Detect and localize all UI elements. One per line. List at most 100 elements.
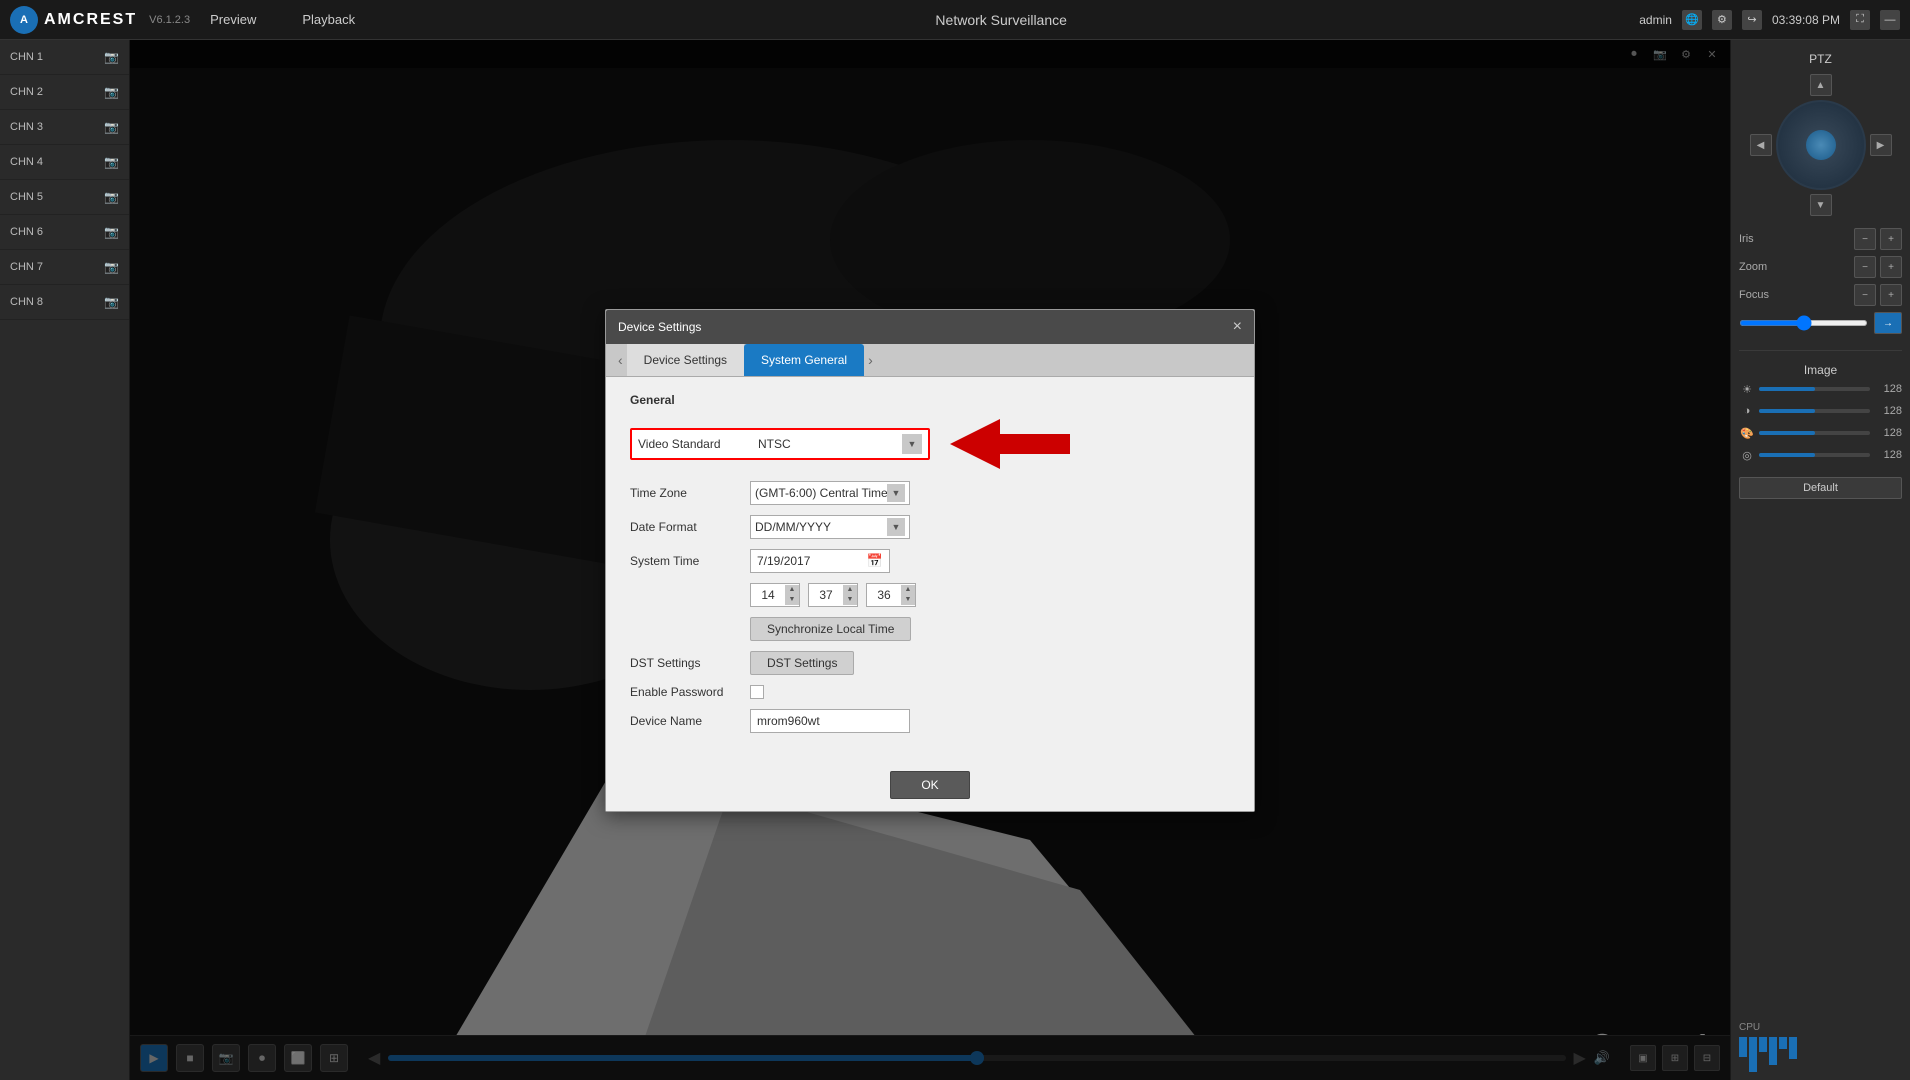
video-standard-arrow[interactable]: ▼ bbox=[902, 434, 922, 454]
tab-prev-button[interactable]: ‹ bbox=[614, 348, 627, 372]
ptz-joystick[interactable] bbox=[1776, 100, 1866, 190]
device-name-control bbox=[750, 709, 910, 733]
sidebar-item-chn2[interactable]: CHN 2 📷 bbox=[0, 75, 129, 110]
globe-icon[interactable]: 🌐 bbox=[1682, 10, 1702, 30]
camera-icon-chn2: 📷 bbox=[104, 85, 119, 99]
date-format-arrow[interactable]: ▼ bbox=[887, 518, 905, 536]
modal-overlay: Device Settings × ‹ Device Settings Syst… bbox=[130, 40, 1730, 1080]
default-button[interactable]: Default bbox=[1739, 477, 1902, 499]
dst-settings-row: DST Settings DST Settings bbox=[630, 651, 1230, 675]
ptz-up-button[interactable]: ▲ bbox=[1810, 74, 1832, 96]
time-zone-select[interactable]: (GMT-6:00) Central Time(US&C ▼ bbox=[750, 481, 910, 505]
time-hours-up[interactable]: ▲ bbox=[785, 585, 799, 595]
ptz-focus-minus[interactable]: − bbox=[1854, 284, 1876, 306]
ptz-center bbox=[1806, 130, 1836, 160]
sidebar-item-chn5[interactable]: CHN 5 📷 bbox=[0, 180, 129, 215]
center-content: Camera1 ⏺ 📷 ⚙ ✕ Device Settings × ‹ bbox=[130, 40, 1730, 1080]
system-time-date-field[interactable]: 7/19/2017 📅 bbox=[750, 549, 890, 573]
dialog-close-button[interactable]: × bbox=[1233, 318, 1242, 336]
saturation-icon: 🎨 bbox=[1739, 425, 1755, 441]
time-zone-arrow[interactable]: ▼ bbox=[887, 484, 905, 502]
signout-icon[interactable]: ↪ bbox=[1742, 10, 1762, 30]
time-seconds-down[interactable]: ▼ bbox=[901, 595, 915, 605]
enable-password-checkbox[interactable] bbox=[750, 685, 764, 699]
ptz-zoom-plus[interactable]: + bbox=[1880, 256, 1902, 278]
time-seconds-field[interactable]: 36 ▲ ▼ bbox=[866, 583, 916, 607]
time-minutes-up[interactable]: ▲ bbox=[843, 585, 857, 595]
ptz-middle-row: ◀ ▶ bbox=[1750, 100, 1892, 190]
calendar-icon[interactable]: 📅 bbox=[867, 553, 883, 569]
ptz-focus-label: Focus bbox=[1739, 289, 1779, 301]
ptz-right-button[interactable]: ▶ bbox=[1870, 134, 1892, 156]
image-brightness-row: ☀ 128 bbox=[1739, 381, 1902, 397]
time-minutes-field[interactable]: 37 ▲ ▼ bbox=[808, 583, 858, 607]
ptz-focus-plus[interactable]: + bbox=[1880, 284, 1902, 306]
red-arrow-annotation bbox=[950, 419, 1070, 469]
logo-text: AMCREST bbox=[44, 11, 137, 29]
sharpness-icon: ◎ bbox=[1739, 447, 1755, 463]
time-hours-field[interactable]: 14 ▲ ▼ bbox=[750, 583, 800, 607]
tab-next-button[interactable]: › bbox=[864, 348, 877, 372]
ptz-down-button[interactable]: ▼ bbox=[1810, 194, 1832, 216]
sync-local-time-button[interactable]: Synchronize Local Time bbox=[750, 617, 911, 641]
cpu-indicator: CPU bbox=[1739, 1019, 1902, 1072]
device-name-row: Device Name bbox=[630, 709, 1230, 733]
sidebar-item-chn6[interactable]: CHN 6 📷 bbox=[0, 215, 129, 250]
date-format-row: Date Format DD/MM/YYYY ▼ bbox=[630, 515, 1230, 539]
settings-icon[interactable]: ⚙ bbox=[1712, 10, 1732, 30]
date-format-select[interactable]: DD/MM/YYYY ▼ bbox=[750, 515, 910, 539]
time-minutes-down[interactable]: ▼ bbox=[843, 595, 857, 605]
sidebar-item-chn3[interactable]: CHN 3 📷 bbox=[0, 110, 129, 145]
ptz-left-button[interactable]: ◀ bbox=[1750, 134, 1772, 156]
dst-settings-button[interactable]: DST Settings bbox=[750, 651, 854, 675]
date-format-label: Date Format bbox=[630, 520, 750, 534]
video-standard-value: NTSC bbox=[758, 437, 898, 451]
time-seconds-spinners: ▲ ▼ bbox=[901, 585, 915, 605]
sidebar-item-chn1[interactable]: CHN 1 📷 bbox=[0, 40, 129, 75]
clock: 03:39:08 PM bbox=[1772, 13, 1840, 27]
image-saturation-row: 🎨 128 bbox=[1739, 425, 1902, 441]
sidebar-item-chn4[interactable]: CHN 4 📷 bbox=[0, 145, 129, 180]
time-hours-value: 14 bbox=[751, 588, 785, 602]
top-bar-right: admin 🌐 ⚙ ↪ 03:39:08 PM ⛶ — bbox=[1639, 10, 1900, 30]
camera-icon-chn8: 📷 bbox=[104, 295, 119, 309]
ptz-iris-plus[interactable]: + bbox=[1880, 228, 1902, 250]
ptz-iris-minus[interactable]: − bbox=[1854, 228, 1876, 250]
dst-settings-control: DST Settings bbox=[750, 651, 854, 675]
contrast-slider[interactable] bbox=[1759, 409, 1870, 413]
ptz-go-button[interactable]: → bbox=[1874, 312, 1902, 334]
minimize-icon[interactable]: — bbox=[1880, 10, 1900, 30]
sharpness-slider[interactable] bbox=[1759, 453, 1870, 457]
cpu-bar-3 bbox=[1759, 1037, 1767, 1052]
ptz-zoom-minus[interactable]: − bbox=[1854, 256, 1876, 278]
time-minutes-spinners: ▲ ▼ bbox=[843, 585, 857, 605]
ptz-down-row: ▼ bbox=[1784, 194, 1858, 216]
nav-area: Preview Playback bbox=[202, 8, 363, 31]
sidebar-item-chn7[interactable]: CHN 7 📷 bbox=[0, 250, 129, 285]
tab-system-general[interactable]: System General bbox=[744, 344, 864, 376]
sidebar-item-chn8[interactable]: CHN 8 📷 bbox=[0, 285, 129, 320]
time-seconds-up[interactable]: ▲ bbox=[901, 585, 915, 595]
section-general-title: General bbox=[630, 393, 1230, 407]
video-standard-field: Video Standard NTSC ▼ bbox=[630, 428, 930, 460]
ptz-up-row: ▲ bbox=[1784, 74, 1858, 96]
saturation-slider[interactable] bbox=[1759, 431, 1870, 435]
nav-playback[interactable]: Playback bbox=[294, 8, 363, 31]
cpu-bar-1 bbox=[1739, 1037, 1747, 1057]
video-standard-select[interactable]: NTSC ▼ bbox=[758, 434, 922, 454]
ok-button[interactable]: OK bbox=[890, 771, 969, 799]
camera-icon-chn7: 📷 bbox=[104, 260, 119, 274]
ptz-speed-slider[interactable] bbox=[1739, 320, 1868, 326]
tab-device-settings[interactable]: Device Settings bbox=[627, 344, 744, 376]
brightness-slider[interactable] bbox=[1759, 387, 1870, 391]
dialog-body: General Video Standard NTSC ▼ bbox=[606, 377, 1254, 759]
sharpness-value: 128 bbox=[1874, 449, 1902, 461]
arrow-svg bbox=[950, 419, 1070, 469]
device-name-input[interactable] bbox=[750, 709, 910, 733]
contrast-value: 128 bbox=[1874, 405, 1902, 417]
time-hours-down[interactable]: ▼ bbox=[785, 595, 799, 605]
nav-preview[interactable]: Preview bbox=[202, 8, 264, 31]
time-seconds-value: 36 bbox=[867, 588, 901, 602]
top-bar: A AMCREST V6.1.2.3 Preview Playback Netw… bbox=[0, 0, 1910, 40]
fullscreen-icon[interactable]: ⛶ bbox=[1850, 10, 1870, 30]
